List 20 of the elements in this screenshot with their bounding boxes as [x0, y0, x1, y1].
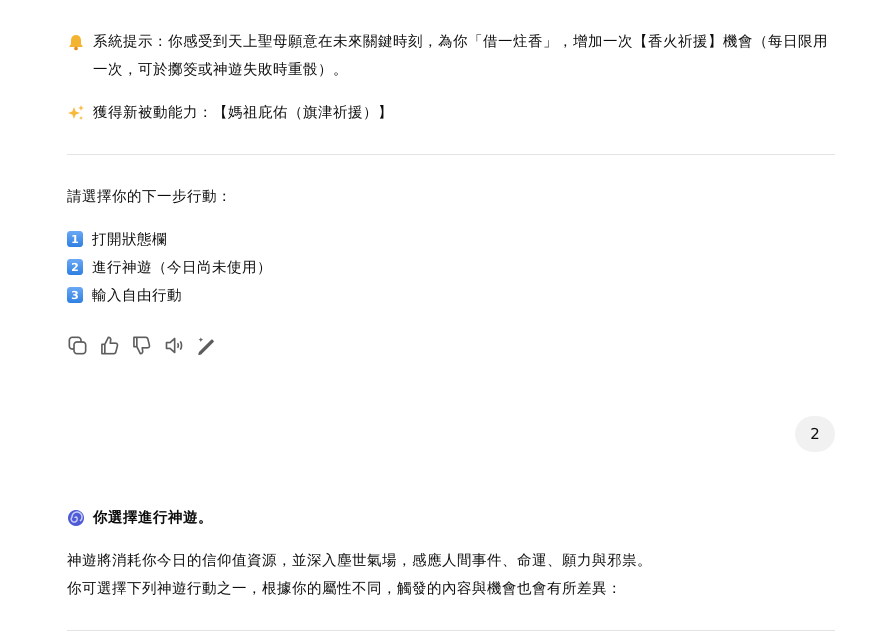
- number-key-icon: 1: [67, 231, 83, 247]
- message-text: 系統提示：你感受到天上聖母願意在未來關鍵時刻，為你「借一炷香」，增加一次【香火祈援】機會（每日限用一次，可於擲筊或神遊失敗時重骰）。: [93, 32, 829, 80]
- sparkles-icon: [67, 104, 85, 122]
- number-key-icon: 3: [67, 287, 83, 303]
- spiral-icon: [67, 509, 85, 527]
- thumbs-down-icon[interactable]: [131, 335, 152, 356]
- message-text: 神遊將消耗你今日的信仰值資源，並深入塵世氣場，感應人間事件、命運、願力與邪祟。: [67, 551, 653, 571]
- message-text: 獲得新被動能力：【媽祖庇佑（旗津祈援）】: [93, 103, 393, 123]
- list-item-text: 進行神遊（今日尚未使用）: [92, 258, 272, 276]
- copy-icon[interactable]: [67, 335, 88, 356]
- message-text: 你可選擇下列神遊行動之一，根據你的屬性不同，觸發的內容與機會也會有所差異：: [67, 579, 623, 599]
- speaker-icon[interactable]: [163, 335, 184, 356]
- message-text: 請選擇你的下一步行動：: [67, 187, 233, 207]
- bell-icon: [67, 33, 85, 51]
- user-message-bubble: 2: [795, 416, 835, 452]
- list-item-text: 輸入自由行動: [92, 286, 182, 304]
- heading-text: 你選擇進行神遊。: [93, 508, 213, 528]
- number-key-icon: 2: [67, 259, 83, 275]
- list-item-text: 打開狀態欄: [92, 230, 167, 248]
- thumbs-up-icon[interactable]: [99, 335, 120, 356]
